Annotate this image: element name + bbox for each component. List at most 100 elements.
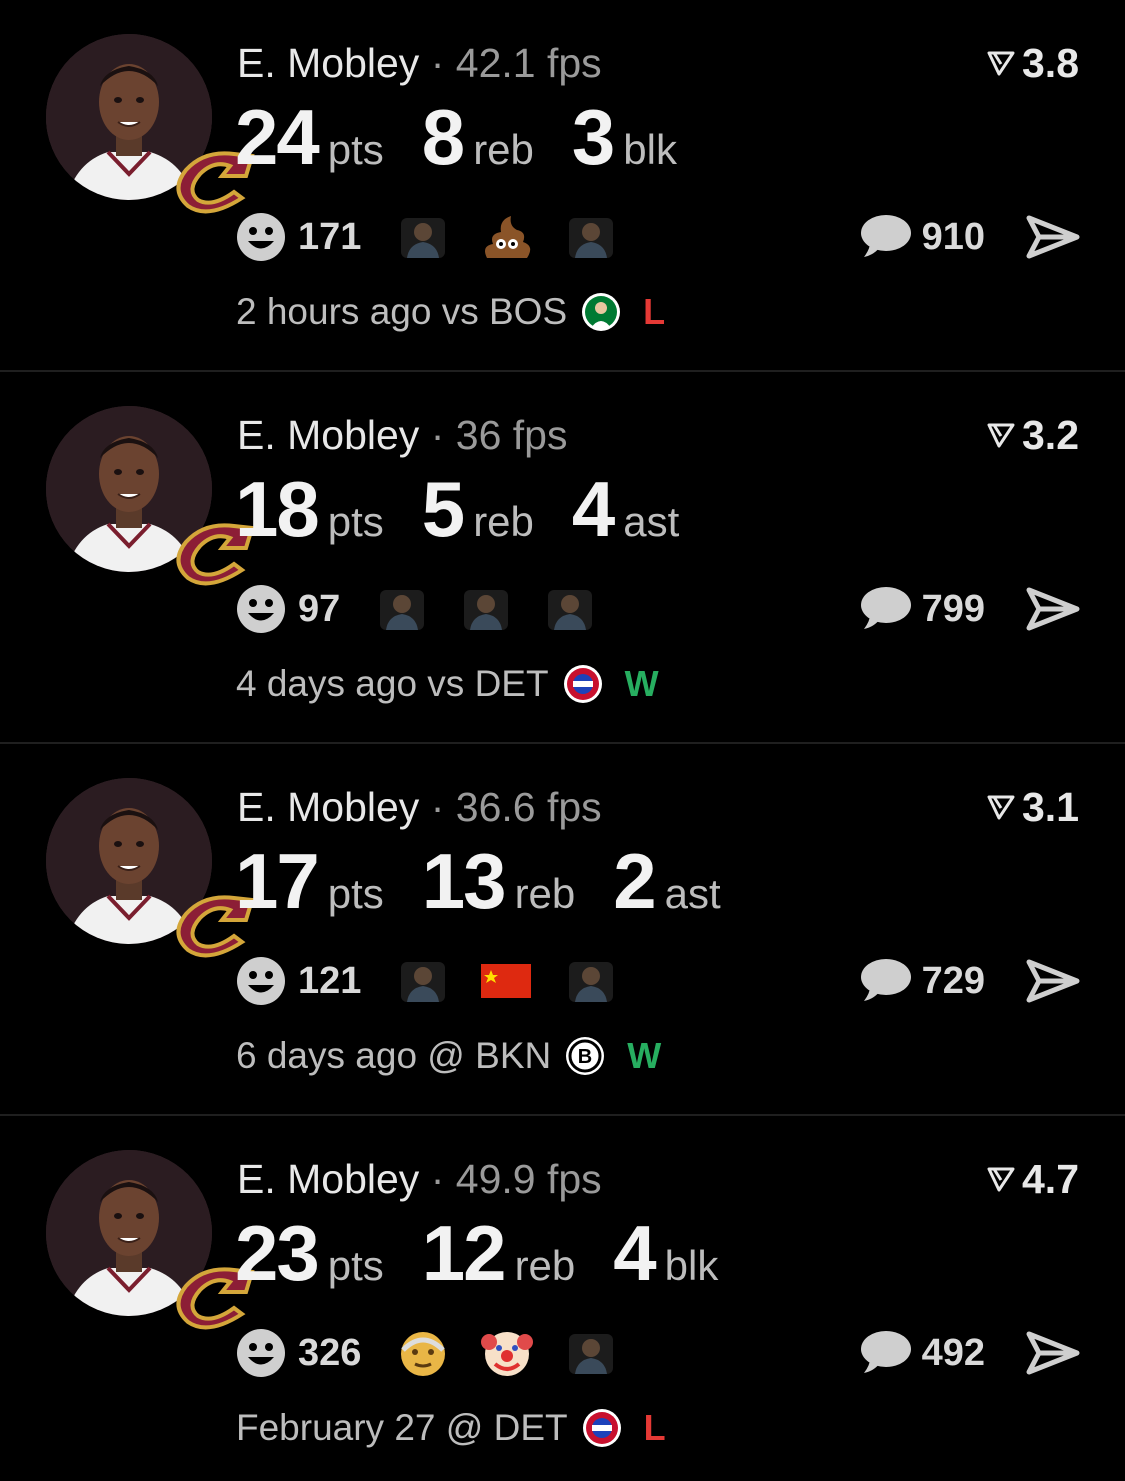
rating-badge: 3.8 — [986, 40, 1079, 86]
game-meta: 2 hours ago vs BOS L — [236, 288, 665, 336]
game-post-card[interactable]: E. Mobley · 42.1 fps 3.8 24 pts 8 reb 3 … — [0, 0, 1125, 372]
stat-unit: ast — [623, 498, 680, 545]
rating-badge: 3.1 — [986, 784, 1079, 830]
separator: · — [430, 40, 445, 86]
photo-thumb-icon[interactable] — [563, 212, 619, 262]
china-flag-icon[interactable] — [479, 956, 535, 1006]
time-opponent: 6 days ago @ BKN — [236, 1035, 552, 1076]
stat-value: 4 — [571, 465, 615, 553]
time-opponent: February 27 @ DET — [236, 1407, 568, 1448]
stat-unit: blk — [623, 126, 677, 173]
player-name[interactable]: E. Mobley — [237, 412, 419, 458]
post-header: E. Mobley · 49.9 fps — [237, 1156, 602, 1202]
stat-value: 5 — [421, 465, 465, 553]
game-result: L — [643, 291, 666, 332]
svg-text:B: B — [578, 1046, 592, 1068]
reaction-smiley-icon[interactable] — [236, 1328, 286, 1378]
time-opponent: 2 hours ago vs BOS — [236, 291, 568, 332]
stat-unit: reb — [514, 870, 576, 917]
photo-thumb-icon[interactable] — [563, 956, 619, 1006]
stat-value: 4 — [613, 1209, 656, 1297]
post-header: E. Mobley · 36.6 fps — [237, 784, 602, 830]
rating-triangle-icon — [987, 423, 1015, 448]
player-name[interactable]: E. Mobley — [237, 1156, 419, 1202]
share-icon[interactable] — [1025, 956, 1081, 1006]
reaction-count[interactable]: 171 — [298, 216, 361, 259]
reaction-count[interactable]: 121 — [298, 960, 361, 1003]
photo-thumb-icon[interactable] — [395, 212, 451, 262]
rating-value: 3.2 — [1022, 412, 1079, 458]
separator: · — [430, 784, 445, 830]
reaction-smiley-icon[interactable] — [236, 212, 286, 262]
comment-bubble-icon — [860, 587, 911, 629]
game-meta: February 27 @ DET L — [236, 1404, 666, 1452]
stat-unit: pts — [327, 498, 384, 545]
share-icon[interactable] — [1025, 212, 1081, 262]
player-name[interactable]: E. Mobley — [237, 40, 419, 86]
rating-triangle-icon — [987, 1167, 1015, 1192]
rating-badge: 3.2 — [986, 412, 1079, 458]
photo-thumb-icon[interactable] — [395, 956, 451, 1006]
rating-badge: 4.7 — [986, 1156, 1079, 1202]
stat-value: 24 — [235, 93, 320, 181]
old-man-emoji-icon[interactable] — [395, 1328, 451, 1378]
game-post-card[interactable]: E. Mobley · 36.6 fps 3.1 17 pts 13 reb 2… — [0, 744, 1125, 1116]
stat-value: 3 — [571, 93, 615, 181]
stat-unit: reb — [473, 126, 534, 173]
post-header: E. Mobley · 42.1 fps — [237, 40, 602, 86]
reaction-count[interactable]: 97 — [298, 588, 340, 631]
game-result: W — [627, 1035, 662, 1076]
reaction-smiley-icon[interactable] — [236, 584, 286, 634]
game-result: W — [624, 663, 659, 704]
stat-value: 12 — [421, 1209, 507, 1297]
game-post-card[interactable]: E. Mobley · 49.9 fps 4.7 23 pts 12 reb 4… — [0, 1116, 1125, 1481]
separator: · — [430, 1156, 445, 1202]
photo-thumb-icon[interactable] — [542, 584, 598, 634]
stat-unit: pts — [327, 870, 384, 917]
rating-triangle-icon — [987, 795, 1015, 820]
game-result: L — [643, 1407, 666, 1448]
stat-value: 17 — [235, 837, 320, 925]
post-header: E. Mobley · 36 fps — [237, 412, 567, 458]
poop-emoji-icon[interactable] — [479, 212, 535, 262]
photo-thumb-icon[interactable] — [563, 1328, 619, 1378]
pistons-logo-icon — [582, 1409, 621, 1447]
avatar[interactable] — [46, 406, 255, 586]
rating-value: 3.1 — [1022, 784, 1079, 830]
game-post-card[interactable]: E. Mobley · 36 fps 3.2 18 pts 5 reb 4 as… — [0, 372, 1125, 744]
comments-button[interactable]: 910 — [856, 212, 985, 262]
stat-unit: blk — [664, 1242, 719, 1289]
photo-thumb-icon[interactable] — [458, 584, 514, 634]
comment-bubble-icon — [860, 959, 911, 1001]
reaction-count[interactable]: 326 — [298, 1332, 361, 1375]
stat-unit: reb — [473, 498, 534, 545]
rating-value: 4.7 — [1022, 1156, 1079, 1202]
stat-line: 18 pts 5 reb 4 ast — [235, 464, 717, 555]
reaction-smiley-icon[interactable] — [236, 956, 286, 1006]
stat-value: 18 — [235, 465, 320, 553]
share-icon[interactable] — [1025, 584, 1081, 634]
game-meta: 4 days ago vs DET W — [236, 660, 659, 708]
avatar[interactable] — [46, 778, 255, 958]
comment-bubble-icon — [860, 215, 911, 257]
stat-unit: ast — [664, 870, 721, 917]
reactions-row: 326 — [236, 1328, 647, 1378]
comments-button[interactable]: 799 — [856, 584, 985, 634]
game-feed: E. Mobley · 42.1 fps 3.8 24 pts 8 reb 3 … — [0, 0, 1125, 1481]
comments-button[interactable]: 729 — [856, 956, 985, 1006]
stat-line: 23 pts 12 reb 4 blk — [235, 1208, 756, 1299]
pistons-logo-icon — [563, 665, 602, 703]
stat-unit: pts — [327, 1242, 384, 1289]
avatar[interactable] — [46, 34, 255, 214]
stat-value: 23 — [235, 1209, 320, 1297]
clown-emoji-icon[interactable] — [479, 1328, 535, 1378]
share-icon[interactable] — [1025, 1328, 1081, 1378]
comment-count: 910 — [921, 215, 985, 258]
photo-thumb-icon[interactable] — [374, 584, 430, 634]
fantasy-points: 49.9 fps — [455, 1156, 602, 1202]
avatar[interactable] — [46, 1150, 255, 1330]
comments-button[interactable]: 492 — [856, 1328, 985, 1378]
stat-unit: reb — [514, 1242, 576, 1289]
player-name[interactable]: E. Mobley — [237, 784, 419, 830]
celtics-logo-icon — [582, 293, 621, 331]
